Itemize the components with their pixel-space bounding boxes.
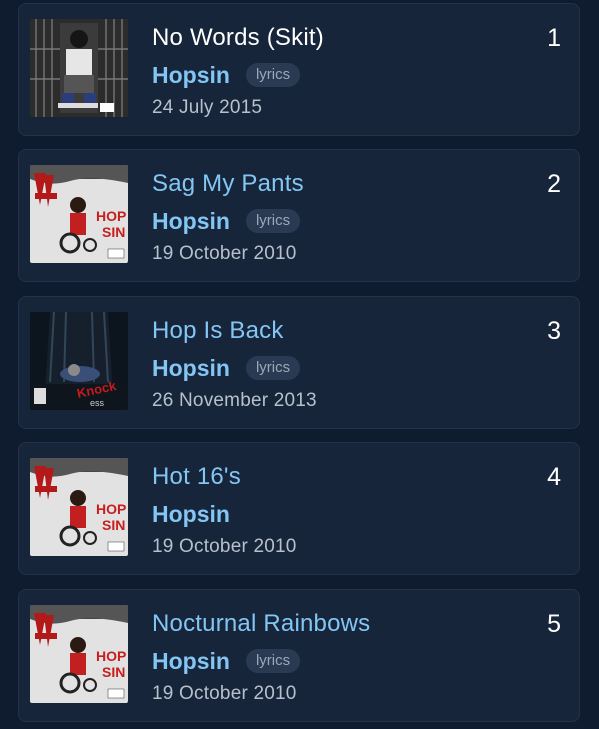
track-card[interactable]: HOP SIN Sag My Pants Hopsin lyrics 19 Oc… bbox=[18, 149, 580, 282]
lyrics-badge[interactable]: lyrics bbox=[245, 649, 301, 673]
track-title[interactable]: Sag My Pants bbox=[152, 169, 304, 199]
artist-name[interactable]: Hopsin bbox=[152, 62, 230, 89]
rank-number: 1 bbox=[547, 24, 561, 52]
svg-text:ess: ess bbox=[90, 398, 105, 408]
artist-row: Hopsin lyrics bbox=[152, 206, 301, 236]
artist-row: Hopsin lyrics bbox=[152, 60, 301, 90]
rank-number: 3 bbox=[547, 317, 561, 345]
track-title[interactable]: No Words (Skit) bbox=[152, 23, 324, 53]
rank-number: 4 bbox=[547, 463, 561, 491]
album-art[interactable]: HOP SIN bbox=[30, 605, 128, 703]
lyrics-badge[interactable]: lyrics bbox=[245, 356, 301, 380]
svg-text:SIN: SIN bbox=[102, 224, 125, 240]
svg-text:HOP: HOP bbox=[96, 648, 126, 664]
album-art[interactable]: Knock ess bbox=[30, 312, 128, 410]
album-art[interactable]: HOP SIN bbox=[30, 165, 128, 263]
track-list: No Words (Skit) Hopsin lyrics 24 July 20… bbox=[0, 0, 599, 729]
rank-number: 2 bbox=[547, 170, 561, 198]
artist-name[interactable]: Hopsin bbox=[152, 355, 230, 382]
track-card[interactable]: HOP SIN Nocturnal Rainbows Hopsin lyrics… bbox=[18, 589, 580, 722]
artist-row: Hopsin lyrics bbox=[152, 646, 301, 676]
artist-row: Hopsin bbox=[152, 499, 230, 529]
release-date: 19 October 2010 bbox=[152, 243, 297, 264]
album-art[interactable] bbox=[30, 19, 128, 117]
artist-name[interactable]: Hopsin bbox=[152, 501, 230, 528]
album-art[interactable]: HOP SIN bbox=[30, 458, 128, 556]
lyrics-badge[interactable]: lyrics bbox=[245, 209, 301, 233]
release-date: 26 November 2013 bbox=[152, 390, 317, 411]
artist-name[interactable]: Hopsin bbox=[152, 648, 230, 675]
svg-text:HOP: HOP bbox=[96, 501, 126, 517]
track-title[interactable]: Hot 16's bbox=[152, 462, 241, 492]
artist-name[interactable]: Hopsin bbox=[152, 208, 230, 235]
rank-number: 5 bbox=[547, 610, 561, 638]
artist-row: Hopsin lyrics bbox=[152, 353, 301, 383]
track-title[interactable]: Nocturnal Rainbows bbox=[152, 609, 370, 639]
release-date: 19 October 2010 bbox=[152, 536, 297, 557]
track-card[interactable]: Knock ess Hop Is Back Hopsin lyrics 26 N… bbox=[18, 296, 580, 429]
svg-text:SIN: SIN bbox=[102, 517, 125, 533]
track-card[interactable]: No Words (Skit) Hopsin lyrics 24 July 20… bbox=[18, 3, 580, 136]
svg-text:HOP: HOP bbox=[96, 208, 126, 224]
track-title[interactable]: Hop Is Back bbox=[152, 316, 284, 346]
release-date: 24 July 2015 bbox=[152, 97, 263, 118]
track-card[interactable]: HOP SIN Hot 16's Hopsin 19 October 2010 … bbox=[18, 442, 580, 575]
release-date: 19 October 2010 bbox=[152, 683, 297, 704]
svg-text:SIN: SIN bbox=[102, 664, 125, 680]
lyrics-badge[interactable]: lyrics bbox=[245, 63, 301, 87]
